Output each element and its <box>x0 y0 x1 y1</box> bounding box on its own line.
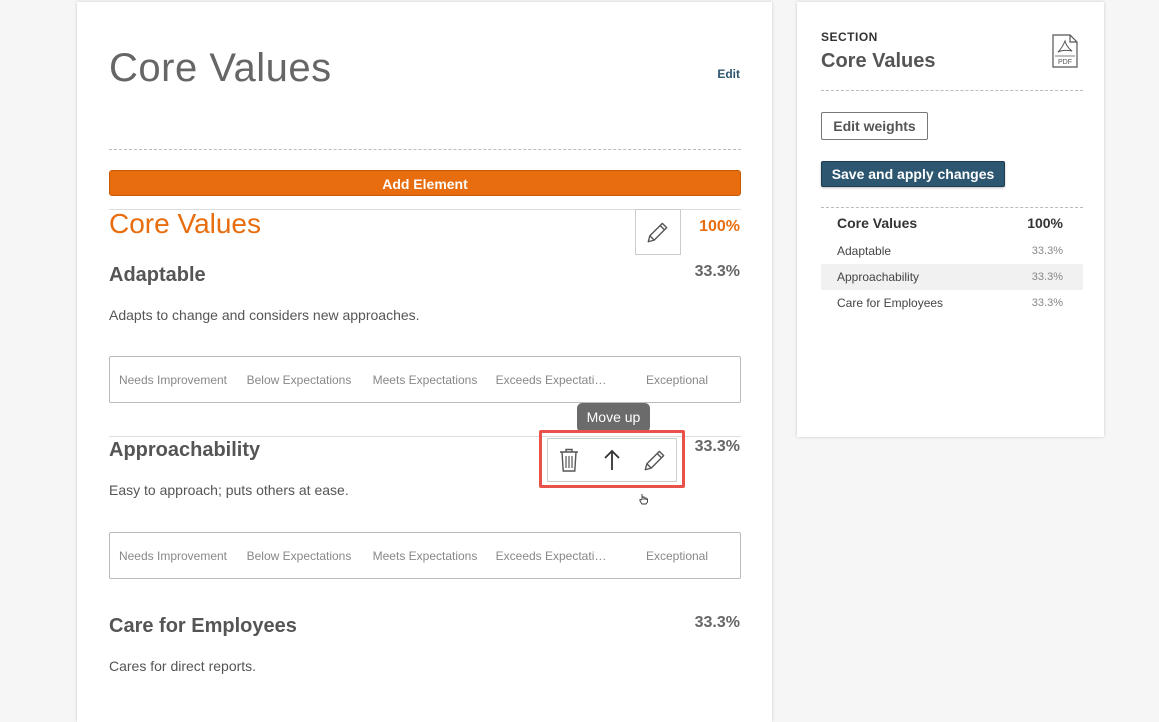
section-percent: 100% <box>699 218 740 235</box>
rating-scale: Needs Improvement Below Expectations Mee… <box>109 532 741 579</box>
rating-option[interactable]: Meets Expectations <box>362 549 488 563</box>
weights-item-percent: 33.3% <box>1031 297 1063 309</box>
rating-option[interactable]: Needs Improvement <box>110 549 236 563</box>
section-heading: Core Values <box>109 208 262 239</box>
svg-text:PDF: PDF <box>1058 59 1072 66</box>
rating-option[interactable]: Below Expectations <box>236 549 362 563</box>
add-element-button[interactable]: Add Element <box>109 170 741 196</box>
section-summary-card: SECTION Core Values PDF Edit weights Sav… <box>797 2 1104 437</box>
edit-title-link[interactable]: Edit <box>717 67 740 81</box>
edit-element-button[interactable] <box>637 442 673 478</box>
rating-option[interactable]: Below Expectations <box>236 373 362 387</box>
weights-section-percent: 100% <box>1027 215 1063 231</box>
element-title: Approachability <box>109 439 261 461</box>
divider <box>821 207 1083 208</box>
weights-section-name: Core Values <box>837 215 918 231</box>
weights-item-percent: 33.3% <box>1031 245 1063 257</box>
arrow-up-icon <box>604 449 620 470</box>
trash-icon <box>560 448 579 472</box>
rating-option[interactable]: Exceptional <box>614 549 740 563</box>
element-toolbar <box>547 438 677 482</box>
divider <box>821 90 1083 91</box>
pencil-icon <box>644 450 665 471</box>
weights-row: Care for Employees 33.3% <box>821 290 1083 316</box>
weights-row: Approachability 33.3% <box>821 264 1083 290</box>
weights-item-name: Care for Employees <box>837 296 944 310</box>
element-description: Cares for direct reports. <box>109 658 257 674</box>
hand-cursor-icon <box>639 492 649 510</box>
move-up-button[interactable] <box>594 442 630 478</box>
rating-option[interactable]: Exceptional <box>614 373 740 387</box>
rating-option[interactable]: Meets Expectations <box>362 373 488 387</box>
rating-option[interactable]: Exceeds Expectati… <box>488 373 614 387</box>
rating-scale: Needs Improvement Below Expectations Mee… <box>109 356 741 403</box>
element-description: Adapts to change and considers new appro… <box>109 307 420 323</box>
element-percent: 33.3% <box>694 438 740 455</box>
move-up-tooltip: Move up <box>577 403 650 432</box>
page-title: Core Values <box>109 46 332 90</box>
weights-item-name: Approachability <box>837 270 920 284</box>
weights-header-row: Core Values 100% <box>821 210 1083 236</box>
element-percent: 33.3% <box>694 614 740 631</box>
weights-item-percent: 33.3% <box>1031 271 1063 283</box>
weights-item-name: Adaptable <box>837 244 892 258</box>
delete-element-button[interactable] <box>551 442 587 478</box>
pencil-icon <box>647 222 668 243</box>
rating-option[interactable]: Exceeds Expectati… <box>488 549 614 563</box>
section-label: SECTION <box>821 30 878 44</box>
rating-option[interactable]: Needs Improvement <box>110 373 236 387</box>
weights-row: Adaptable 33.3% <box>821 238 1083 264</box>
element-title: Care for Employees <box>109 615 297 637</box>
element-description: Easy to approach; puts others at ease. <box>109 482 349 498</box>
main-card: Core Values Edit Add Element Core Values… <box>77 2 772 722</box>
edit-weights-button[interactable]: Edit weights <box>821 112 928 140</box>
pdf-icon[interactable]: PDF <box>1052 34 1078 73</box>
save-apply-button[interactable]: Save and apply changes <box>821 161 1005 187</box>
element-percent: 33.3% <box>694 263 740 280</box>
divider <box>109 149 741 150</box>
edit-section-button[interactable] <box>635 209 681 255</box>
element-title: Adaptable <box>109 264 206 286</box>
section-title: Core Values <box>821 50 936 72</box>
